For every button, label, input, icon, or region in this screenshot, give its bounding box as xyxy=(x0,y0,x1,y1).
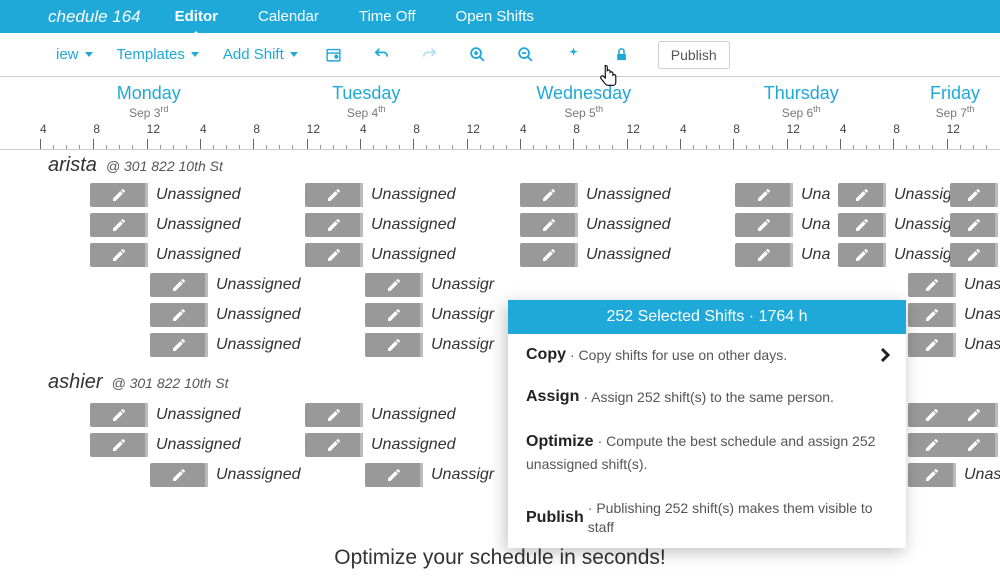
day-header: Thursday Sep 6th xyxy=(693,77,911,122)
tab-editor[interactable]: Editor xyxy=(171,1,222,32)
caret-down-icon xyxy=(290,52,298,57)
redo-icon[interactable] xyxy=(410,35,450,75)
shift-bar[interactable]: Unassigned xyxy=(150,331,301,359)
caret-down-icon xyxy=(85,52,93,57)
day-date: Sep 4th xyxy=(258,104,476,122)
role-header-barista: arista @ 301 822 10th St xyxy=(0,150,1000,181)
schedule-title: chedule 164 xyxy=(48,7,141,27)
day-name: Tuesday xyxy=(258,77,476,104)
shift-bar[interactable] xyxy=(950,181,1000,209)
calendar-icon[interactable] xyxy=(314,35,354,75)
role-name: arista xyxy=(48,154,97,176)
zoom-out-icon[interactable] xyxy=(506,35,546,75)
shift-bar[interactable]: Unassigned xyxy=(90,431,241,459)
day-header: Tuesday Sep 4th xyxy=(258,77,476,122)
lock-icon[interactable] xyxy=(602,35,642,75)
shift-bar[interactable] xyxy=(950,431,1000,459)
shift-bar[interactable]: Una xyxy=(735,211,830,239)
shift-bar[interactable]: Unassigned xyxy=(90,181,241,209)
shift-bar[interactable]: Unassigned xyxy=(520,181,671,209)
top-nav: chedule 164 Editor Calendar Time Off Ope… xyxy=(0,0,1000,33)
zoom-in-icon[interactable] xyxy=(458,35,498,75)
selection-popup: 252 Selected Shifts · 1764 h Copy· Copy … xyxy=(508,300,906,548)
shift-bar[interactable]: Unassigned xyxy=(520,211,671,239)
day-header: Friday Sep 7th xyxy=(910,77,1000,122)
shift-bar[interactable]: Unassigned xyxy=(305,241,456,269)
day-date: Sep 7th xyxy=(910,104,1000,122)
view-dropdown[interactable]: iew xyxy=(48,46,101,63)
add-shift-dropdown[interactable]: Add Shift xyxy=(215,46,306,63)
shift-bar[interactable]: Unassigned xyxy=(150,301,301,329)
role-location: @ 301 822 10th St xyxy=(106,158,223,174)
shift-bar[interactable]: Unassigned xyxy=(90,211,241,239)
popup-item-optimize[interactable]: Optimize· Compute the best schedule and … xyxy=(508,418,906,487)
publish-button[interactable]: Publish xyxy=(658,41,730,69)
shift-bar[interactable] xyxy=(950,211,1000,239)
caption: Optimize your schedule in seconds! xyxy=(0,546,1000,570)
nav-tabs: Editor Calendar Time Off Open Shifts xyxy=(171,1,538,32)
templates-dropdown[interactable]: Templates xyxy=(109,46,207,63)
day-date: Sep 6th xyxy=(693,104,911,122)
shift-bar[interactable] xyxy=(950,241,1000,269)
undo-icon[interactable] xyxy=(362,35,402,75)
shift-bar[interactable]: Unassigned xyxy=(908,301,1000,329)
magic-icon[interactable] xyxy=(554,35,594,75)
day-date: Sep 3rd xyxy=(40,104,258,122)
role-header-cashier: ashier @ 301 822 10th St xyxy=(0,367,228,398)
chevron-right-icon xyxy=(880,347,890,363)
day-header: Wednesday Sep 5th xyxy=(475,77,693,122)
tab-calendar[interactable]: Calendar xyxy=(254,1,323,32)
day-headers: Monday Sep 3rd Tuesday Sep 4th Wednesday… xyxy=(0,77,1000,122)
shift-bar[interactable]: Unassigned xyxy=(305,211,456,239)
popup-header: 252 Selected Shifts · 1764 h xyxy=(508,300,906,334)
toolbar: iew Templates Add Shift Publish xyxy=(0,33,1000,77)
shift-bar[interactable]: Unassigned xyxy=(150,461,301,489)
day-name: Thursday xyxy=(693,77,911,104)
shift-bar[interactable]: Unassigr xyxy=(365,461,494,489)
shift-bar[interactable] xyxy=(950,401,1000,429)
shift-bar[interactable]: Unassigned xyxy=(305,401,456,429)
shift-bar[interactable]: Unassigned xyxy=(305,431,456,459)
day-date: Sep 5th xyxy=(475,104,693,122)
time-ruler: 481248124812481248124812 xyxy=(0,122,1000,150)
shift-bar[interactable]: Unassigned xyxy=(150,271,301,299)
shift-bar[interactable]: Una xyxy=(735,241,830,269)
popup-item-copy[interactable]: Copy· Copy shifts for use on other days. xyxy=(508,334,906,376)
caret-down-icon xyxy=(191,52,199,57)
day-header: Monday Sep 3rd xyxy=(40,77,258,122)
shift-bar[interactable]: Unassigned xyxy=(908,461,1000,489)
day-name: Wednesday xyxy=(475,77,693,104)
shift-bar[interactable]: Unassigned xyxy=(908,271,1000,299)
day-name: Friday xyxy=(910,77,1000,104)
shift-bar[interactable]: Unassigned xyxy=(908,331,1000,359)
shift-bar[interactable]: Una xyxy=(735,181,830,209)
tab-openshifts[interactable]: Open Shifts xyxy=(452,1,538,32)
shift-bar[interactable]: Unassigned xyxy=(90,401,241,429)
shift-bar[interactable]: Unassigr xyxy=(365,301,494,329)
shift-bar[interactable]: Unassigned xyxy=(90,241,241,269)
shift-bar[interactable]: Unassigr xyxy=(365,271,494,299)
day-name: Monday xyxy=(40,77,258,104)
popup-item-publish[interactable]: Publish· Publishing 252 shift(s) makes t… xyxy=(508,487,906,547)
tab-timeoff[interactable]: Time Off xyxy=(355,1,420,32)
shift-bar[interactable]: Unassigned xyxy=(305,181,456,209)
popup-item-assign[interactable]: Assign· Assign 252 shift(s) to the same … xyxy=(508,376,906,418)
shift-bar[interactable]: Unassigr xyxy=(365,331,494,359)
shift-bar[interactable]: Unassigned xyxy=(520,241,671,269)
